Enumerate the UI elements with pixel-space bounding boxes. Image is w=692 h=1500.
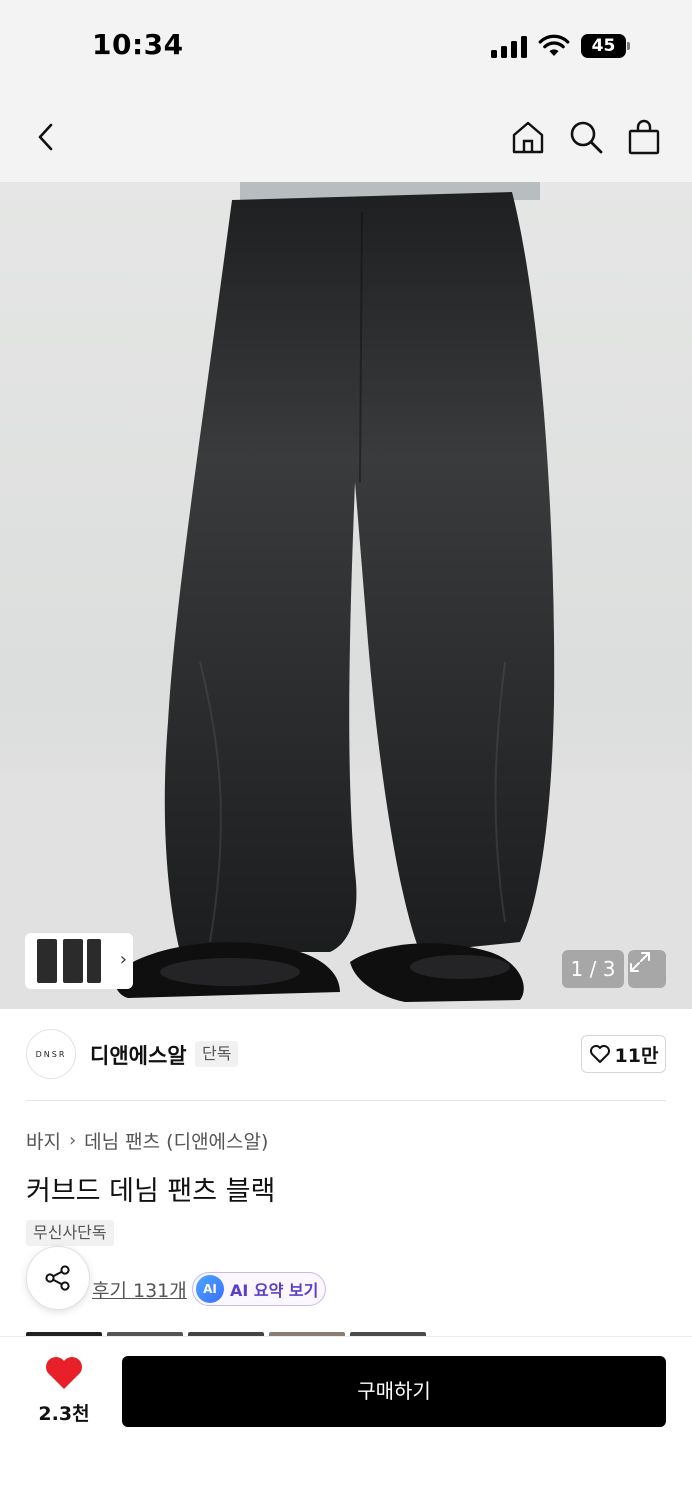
product-image-gallery[interactable]: › 1 / 3: [0, 182, 692, 1009]
ai-badge-icon: AI: [196, 1275, 224, 1303]
top-nav-bar: [0, 92, 692, 182]
back-icon: [38, 123, 53, 151]
reviews-link[interactable]: 후기 131개: [92, 1276, 187, 1303]
divider: [26, 1100, 666, 1101]
brand-like-button[interactable]: 11만: [581, 1035, 666, 1073]
cart-button[interactable]: [622, 115, 666, 159]
ai-summary-label: AI 요약 보기: [230, 1281, 319, 1300]
battery-level: 45: [581, 34, 626, 58]
share-icon: [45, 1265, 70, 1291]
image-counter: 1 / 3: [562, 950, 624, 988]
breadcrumb-category[interactable]: 바지: [26, 1127, 61, 1154]
breadcrumb: 바지 › 데님 팬츠 (디앤에스알): [26, 1127, 268, 1154]
chevron-right-icon: ›: [119, 949, 127, 970]
buy-button[interactable]: 구매하기: [122, 1356, 666, 1427]
breadcrumb-subcategory[interactable]: 데님 팬츠 (디앤에스알): [84, 1127, 268, 1154]
wifi-icon: [538, 34, 570, 56]
back-button[interactable]: [24, 115, 68, 159]
home-button[interactable]: [506, 115, 550, 159]
brand-like-count: 11만: [614, 1044, 659, 1067]
expand-image-button[interactable]: [628, 950, 666, 988]
shopping-bag-icon: [628, 119, 660, 155]
brand-name[interactable]: 디앤에스알: [90, 1040, 187, 1070]
brand-exclusive-badge: 단독: [195, 1041, 239, 1067]
share-button[interactable]: [26, 1246, 90, 1310]
image-thumbnail-strip[interactable]: ›: [25, 933, 133, 989]
favorite-count: 2.3천: [38, 1403, 90, 1425]
product-photo: [0, 182, 692, 1009]
expand-icon: [630, 952, 650, 972]
search-icon: [570, 121, 603, 154]
heart-outline-icon: [589, 1045, 610, 1063]
exclusive-badge: 무신사단독: [26, 1220, 114, 1246]
brand-logo[interactable]: DNSR: [26, 1029, 76, 1079]
heart-filled-icon[interactable]: [44, 1355, 84, 1391]
chevron-right-icon: ›: [68, 1130, 77, 1151]
bottom-purchase-bar: 2.3천 구매하기: [0, 1336, 692, 1500]
home-icon: [512, 121, 544, 154]
status-bar: 10:34 45: [0, 0, 692, 92]
search-button[interactable]: [564, 115, 608, 159]
status-time: 10:34: [92, 28, 184, 61]
cellular-signal-icon: [491, 36, 527, 58]
battery-icon: 45: [581, 34, 631, 58]
product-title: 커브드 데님 팬츠 블랙: [26, 1176, 276, 1207]
ai-summary-button[interactable]: AI AI 요약 보기: [192, 1272, 326, 1306]
